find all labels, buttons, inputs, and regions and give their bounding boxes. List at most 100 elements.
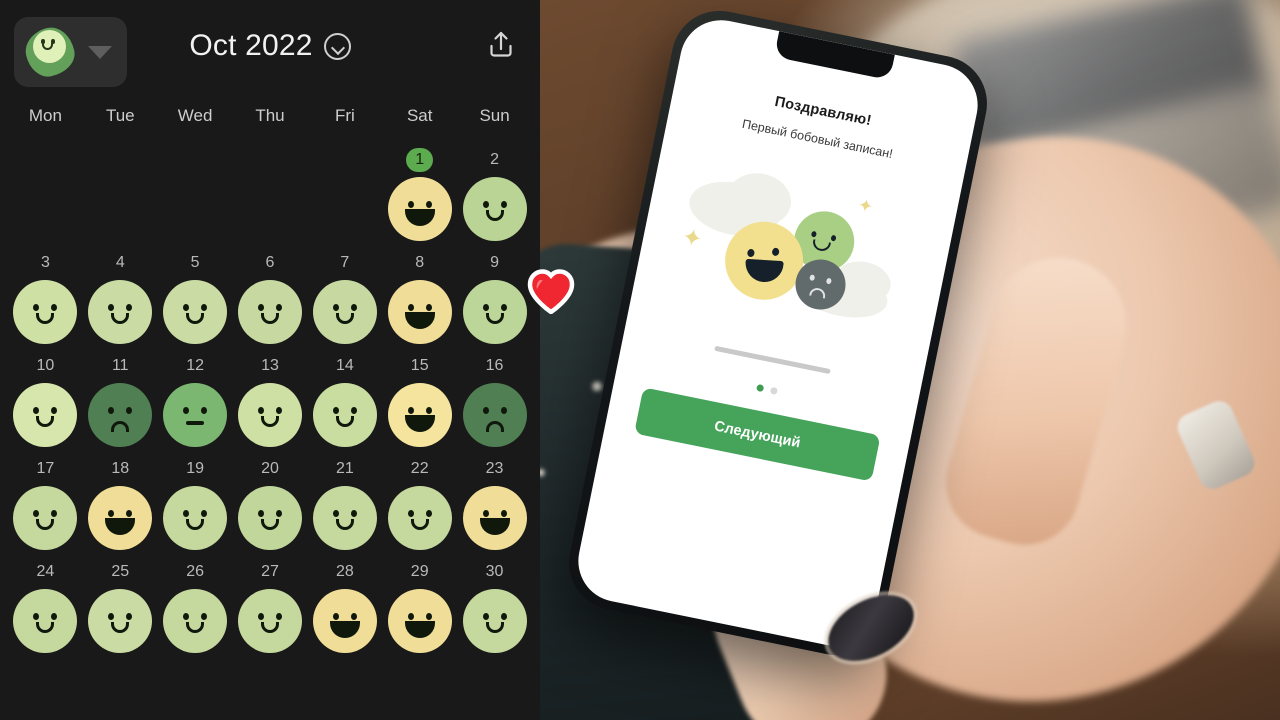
day-number: 12 <box>186 357 205 374</box>
next-button[interactable]: Следующий <box>634 387 881 482</box>
mood-face-smile-icon <box>462 589 527 653</box>
day-number <box>183 148 207 172</box>
divider-line <box>714 345 831 375</box>
empty-slot <box>88 177 152 241</box>
sparkle-icon: ✦ <box>679 223 705 254</box>
mood-face-smile-icon <box>88 589 153 653</box>
day-number: 7 <box>340 254 350 271</box>
calendar-day-cell[interactable]: 12 <box>158 354 233 447</box>
calendar-day-cell[interactable]: 22 <box>382 457 457 550</box>
calendar-day-cell[interactable]: 16 <box>457 354 532 447</box>
calendar-day-cell[interactable]: 23 <box>457 457 532 550</box>
sparkle-icon: ✦ <box>856 194 876 218</box>
calendar-week-row: 24 25 26 27 28 29 30 <box>8 560 532 653</box>
mood-face-grin-icon <box>387 280 452 344</box>
chevron-down-circle-icon[interactable] <box>323 32 351 60</box>
pagination-dots[interactable] <box>755 383 778 395</box>
calendar-day-empty <box>83 148 158 241</box>
day-number: 16 <box>485 357 504 374</box>
mood-face-smile-icon <box>13 486 78 550</box>
empty-slot <box>163 177 227 241</box>
day-number: 13 <box>261 357 279 374</box>
calendar-day-cell[interactable]: 10 <box>8 354 83 447</box>
mood-face-smile-icon <box>387 486 452 550</box>
share-upload-icon[interactable] <box>486 28 516 60</box>
calendar-day-cell[interactable]: 6 <box>233 251 308 344</box>
calendar-day-empty <box>8 148 83 241</box>
day-number: 28 <box>335 563 354 580</box>
calendar-day-cell[interactable]: 11 <box>83 354 158 447</box>
day-number: 23 <box>485 460 504 477</box>
mood-calendar-panel: Oct 2022 Mon Tue Wed Thu Fri Sat Sun 123… <box>0 0 540 720</box>
calendar-day-cell[interactable]: 5 <box>158 251 233 344</box>
calendar-day-cell[interactable]: 30 <box>457 560 532 653</box>
today-badge: 1 <box>406 148 434 172</box>
mood-face-grin-icon <box>88 486 153 550</box>
day-number: 18 <box>111 460 130 477</box>
calendar-day-cell[interactable]: 15 <box>382 354 457 447</box>
mood-face-smile-icon <box>163 486 228 550</box>
calendar-day-cell[interactable]: 1 <box>382 148 457 241</box>
empty-slot <box>238 177 302 241</box>
calendar-day-cell[interactable]: 4 <box>83 251 158 344</box>
calendar-week-row: 3 4 5 6 7 8 9 <box>8 251 532 344</box>
red-heart-emoji <box>527 268 575 314</box>
calendar-day-cell[interactable]: 24 <box>8 560 83 653</box>
weekday-label: Mon <box>28 106 62 125</box>
calendar-day-cell[interactable]: 27 <box>233 560 308 653</box>
day-number: 21 <box>335 460 354 477</box>
calendar-day-cell[interactable]: 8 <box>382 251 457 344</box>
screenshot-root: Oct 2022 Mon Tue Wed Thu Fri Sat Sun 123… <box>0 0 1280 720</box>
mood-face-smile-icon <box>312 383 377 447</box>
pagination-dot[interactable] <box>769 386 778 395</box>
phone-photo-panel: Поздравляю! Первый бобовый записан! ✦ ✦ … <box>540 0 1280 720</box>
calendar-day-cell[interactable]: 17 <box>8 457 83 550</box>
day-number: 9 <box>490 254 500 271</box>
pagination-dot-active[interactable] <box>755 383 764 393</box>
calendar-day-cell[interactable]: 28 <box>307 560 382 653</box>
calendar-day-empty <box>233 148 308 241</box>
calendar-day-cell[interactable]: 9 <box>457 251 532 344</box>
calendar-week-row: 12 <box>8 148 532 241</box>
weekday-header-row: Mon Tue Wed Thu Fri Sat Sun <box>0 106 540 126</box>
day-number <box>108 148 132 172</box>
mood-face-smile-icon <box>13 589 78 653</box>
three-mood-faces-illustration: ✦ ✦ <box>666 148 923 351</box>
page-title: Oct 2022 <box>189 29 313 62</box>
calendar-day-cell[interactable]: 20 <box>233 457 308 550</box>
calendar-day-cell[interactable]: 21 <box>307 457 382 550</box>
calendar-day-cell[interactable]: 3 <box>8 251 83 344</box>
calendar-day-empty <box>158 148 233 241</box>
weekday-label: Sat <box>406 106 433 125</box>
calendar-day-cell[interactable]: 2 <box>457 148 532 241</box>
day-number: 2 <box>490 151 500 168</box>
day-number: 26 <box>186 563 205 580</box>
calendar-week-row: 17 18 19 20 21 22 23 <box>8 457 532 550</box>
calendar-day-cell[interactable]: 26 <box>158 560 233 653</box>
calendar-day-cell[interactable]: 18 <box>83 457 158 550</box>
day-number <box>333 148 357 172</box>
mood-face-smile-icon <box>462 177 527 241</box>
calendar-day-cell[interactable]: 29 <box>382 560 457 653</box>
mood-face-smile-icon <box>237 589 302 653</box>
mood-face-frown-icon <box>462 383 527 447</box>
month-selector[interactable]: Oct 2022 <box>0 29 540 63</box>
calendar-day-cell[interactable]: 7 <box>307 251 382 344</box>
calendar-day-cell[interactable]: 25 <box>83 560 158 653</box>
calendar-day-cell[interactable]: 19 <box>158 457 233 550</box>
mood-face-flat-icon <box>163 383 228 447</box>
mood-face-smile-icon <box>88 280 153 344</box>
day-number: 17 <box>36 460 55 477</box>
mood-face-grin-icon <box>387 589 452 653</box>
weekday-label: Tue <box>105 106 135 125</box>
mood-face-smile-icon <box>13 280 78 344</box>
mood-face-smile-icon <box>237 280 302 344</box>
weekday-label: Thu <box>255 106 285 125</box>
calendar-day-cell[interactable]: 13 <box>233 354 308 447</box>
day-number: 11 <box>111 357 129 374</box>
calendar-day-cell[interactable]: 14 <box>307 354 382 447</box>
day-number: 22 <box>410 460 429 477</box>
mood-face-smile-icon <box>237 383 302 447</box>
day-number: 29 <box>410 563 429 580</box>
weekday-label: Sun <box>479 106 510 125</box>
